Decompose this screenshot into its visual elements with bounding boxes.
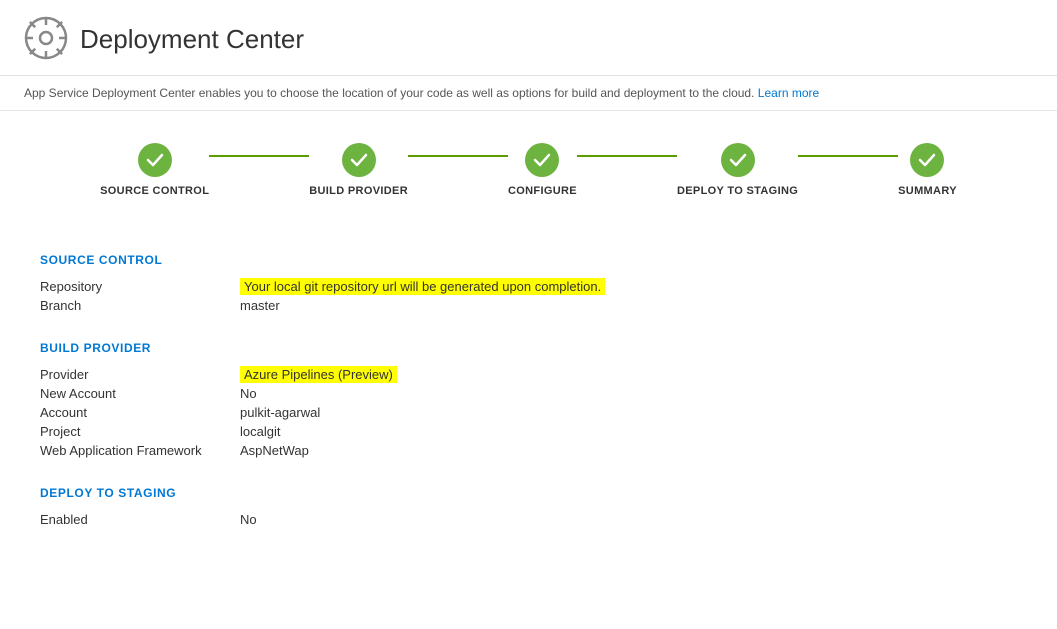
step-circle-source-control	[138, 143, 172, 177]
field-row-web-app-framework: Web Application Framework AspNetWap	[40, 443, 1017, 458]
step-source-control: SOURCE CONTROL	[100, 143, 209, 197]
field-label-provider: Provider	[40, 367, 240, 382]
page-title: Deployment Center	[80, 24, 304, 55]
field-label-web-app-framework: Web Application Framework	[40, 443, 240, 458]
field-value-repository: Your local git repository url will be ge…	[240, 279, 605, 294]
field-row-provider: Provider Azure Pipelines (Preview)	[40, 367, 1017, 382]
field-value-web-app-framework: AspNetWap	[240, 443, 309, 458]
field-row-enabled: Enabled No	[40, 512, 1017, 527]
step-summary: SUMMARY	[898, 143, 957, 197]
connector-1	[209, 155, 309, 157]
page-header: Deployment Center	[0, 0, 1057, 76]
field-row-account: Account pulkit-agarwal	[40, 405, 1017, 420]
field-value-project: localgit	[240, 424, 280, 439]
gear-icon	[24, 16, 68, 63]
field-label-new-account: New Account	[40, 386, 240, 401]
field-value-provider: Azure Pipelines (Preview)	[240, 367, 397, 382]
step-circle-configure	[525, 143, 559, 177]
step-circle-build-provider	[342, 143, 376, 177]
field-row-new-account: New Account No	[40, 386, 1017, 401]
field-label-project: Project	[40, 424, 240, 439]
repository-value-highlighted: Your local git repository url will be ge…	[240, 278, 605, 295]
learn-more-link[interactable]: Learn more	[758, 86, 819, 100]
connector-2	[408, 155, 508, 157]
field-label-enabled: Enabled	[40, 512, 240, 527]
subtitle-text: App Service Deployment Center enables yo…	[24, 86, 754, 100]
provider-value-highlighted: Azure Pipelines (Preview)	[240, 366, 397, 383]
wizard-steps: SOURCE CONTROL BUILD PROVIDER CONFIGURE …	[0, 111, 1057, 225]
step-configure: CONFIGURE	[508, 143, 577, 197]
field-label-repository: Repository	[40, 279, 240, 294]
step-label-build-provider: BUILD PROVIDER	[309, 185, 408, 197]
step-label-deploy-staging: DEPLOY TO STAGING	[677, 185, 798, 197]
step-label-configure: CONFIGURE	[508, 185, 577, 197]
field-value-enabled: No	[240, 512, 257, 527]
step-label-source-control: SOURCE CONTROL	[100, 185, 209, 197]
field-row-project: Project localgit	[40, 424, 1017, 439]
field-label-account: Account	[40, 405, 240, 420]
field-value-account: pulkit-agarwal	[240, 405, 320, 420]
step-label-summary: SUMMARY	[898, 185, 957, 197]
section-title-build-provider: BUILD PROVIDER	[40, 341, 1017, 355]
step-build-provider: BUILD PROVIDER	[309, 143, 408, 197]
field-row-branch: Branch master	[40, 298, 1017, 313]
connector-4	[798, 155, 898, 157]
field-row-repository: Repository Your local git repository url…	[40, 279, 1017, 294]
field-value-branch: master	[240, 298, 280, 313]
subtitle-bar: App Service Deployment Center enables yo…	[0, 76, 1057, 111]
section-title-source-control: SOURCE CONTROL	[40, 253, 1017, 267]
field-value-new-account: No	[240, 386, 257, 401]
connector-3	[577, 155, 677, 157]
section-title-deploy-staging: DEPLOY TO STAGING	[40, 486, 1017, 500]
step-circle-deploy-staging	[721, 143, 755, 177]
field-label-branch: Branch	[40, 298, 240, 313]
step-circle-summary	[910, 143, 944, 177]
step-deploy-staging: DEPLOY TO STAGING	[677, 143, 798, 197]
main-content: SOURCE CONTROL Repository Your local git…	[0, 225, 1057, 555]
